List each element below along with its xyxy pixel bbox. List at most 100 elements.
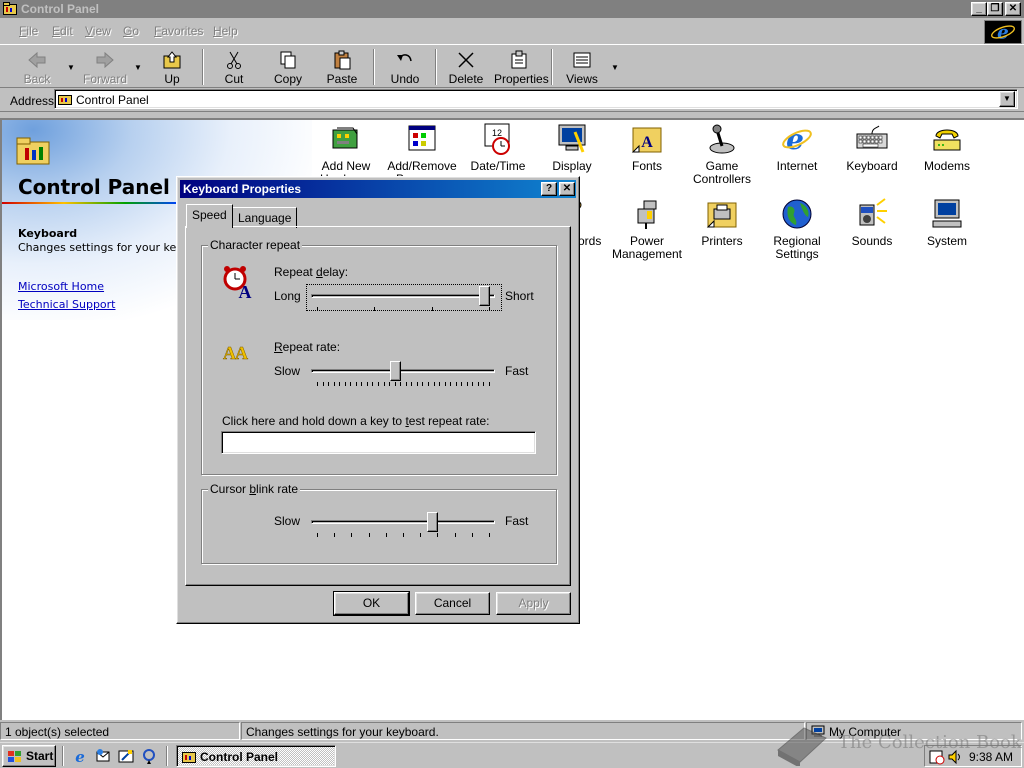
window-title: Control Panel bbox=[21, 2, 100, 16]
slider-tick bbox=[477, 382, 479, 386]
repeat-delay-slider-thumb[interactable] bbox=[479, 286, 490, 306]
close-button[interactable]: ✕ bbox=[1005, 2, 1021, 16]
joystick-icon bbox=[709, 124, 735, 154]
ie-throbber-icon: e bbox=[984, 20, 1022, 44]
repeat-delay-slider-track[interactable] bbox=[311, 294, 495, 298]
cursor-blink-slider-track[interactable] bbox=[311, 520, 495, 524]
views-button[interactable]: Views bbox=[557, 48, 607, 86]
restore-button[interactable]: ❐ bbox=[987, 2, 1003, 16]
quicklaunch-show-desktop-icon[interactable] bbox=[118, 748, 134, 764]
slider-tick bbox=[450, 382, 452, 386]
cursor-blink-min-label: Slow bbox=[274, 514, 301, 528]
slider-tick bbox=[317, 533, 318, 537]
address-input[interactable]: Control Panel ▼ bbox=[54, 89, 1018, 109]
control-panel-folder-icon bbox=[16, 137, 50, 165]
slider-tick bbox=[333, 382, 335, 386]
delete-button[interactable]: Delete bbox=[441, 48, 491, 86]
menu-favorites[interactable]: Favorites bbox=[154, 24, 203, 38]
system-item[interactable]: System bbox=[909, 197, 985, 248]
printers-item[interactable]: Printers bbox=[684, 197, 760, 248]
svg-text:A: A bbox=[641, 134, 653, 151]
quicklaunch-outlook-express-icon[interactable] bbox=[95, 748, 111, 764]
address-dropdown-button[interactable]: ▼ bbox=[999, 91, 1015, 107]
cancel-button[interactable]: Cancel bbox=[415, 592, 490, 615]
properties-button[interactable]: Properties bbox=[494, 48, 549, 86]
menu-edit[interactable]: Edit bbox=[52, 24, 73, 38]
keyboard-icon bbox=[856, 125, 888, 149]
slider-tick bbox=[368, 533, 370, 537]
menu-go[interactable]: Go bbox=[123, 24, 139, 38]
internet-item[interactable]: e Internet bbox=[759, 122, 835, 173]
dialog-title: Keyboard Properties bbox=[183, 182, 302, 196]
menu-view[interactable]: View bbox=[85, 24, 111, 38]
slider-tick bbox=[403, 533, 404, 537]
forward-button[interactable]: Forward bbox=[80, 48, 130, 86]
display-item[interactable]: Display bbox=[534, 122, 610, 173]
slider-tick bbox=[322, 382, 324, 386]
control-panel-icon bbox=[3, 2, 17, 15]
slider-tick bbox=[389, 382, 391, 386]
quicklaunch-separator bbox=[62, 746, 64, 766]
printers-folder-icon bbox=[706, 202, 737, 228]
sounds-item[interactable]: Sounds bbox=[834, 197, 910, 248]
back-button[interactable]: Back bbox=[12, 48, 62, 86]
forward-dropdown-icon[interactable]: ▼ bbox=[134, 63, 142, 72]
ok-button[interactable]: OK bbox=[333, 591, 410, 616]
tab-language[interactable]: Language bbox=[232, 207, 298, 228]
taskbar-button-control-panel[interactable]: Control Panel bbox=[176, 745, 336, 767]
game-controllers-item[interactable]: Game Controllers bbox=[684, 122, 760, 186]
menu-help[interactable]: Help bbox=[213, 24, 238, 38]
views-dropdown-icon[interactable]: ▼ bbox=[611, 63, 619, 72]
slider-tick bbox=[416, 382, 418, 386]
back-dropdown-icon[interactable]: ▼ bbox=[67, 63, 75, 72]
dialog-close-button[interactable]: ✕ bbox=[559, 182, 575, 196]
apply-button[interactable]: Apply bbox=[496, 592, 571, 615]
slider-tick bbox=[420, 533, 422, 537]
minimize-button[interactable]: _ bbox=[971, 2, 987, 16]
repeat-rate-min-label: Slow bbox=[274, 364, 301, 378]
window-titlebar[interactable]: Control Panel _ ❐ ✕ bbox=[0, 0, 1024, 18]
slider-tick bbox=[489, 307, 490, 311]
technical-support-link[interactable]: Technical Support bbox=[18, 298, 116, 311]
scissors-icon bbox=[227, 51, 241, 69]
undo-button[interactable]: Undo bbox=[380, 48, 430, 86]
calendar-clock-icon: 12 bbox=[484, 123, 510, 155]
modems-item[interactable]: Modems bbox=[909, 122, 985, 173]
delete-x-icon bbox=[458, 52, 474, 68]
copy-button[interactable]: Copy bbox=[263, 48, 313, 86]
fonts-item[interactable]: A Fonts bbox=[609, 122, 685, 173]
menu-file[interactable]: File bbox=[19, 24, 38, 38]
repeat-rate-slider-track[interactable] bbox=[311, 369, 495, 373]
back-arrow-icon bbox=[28, 51, 46, 69]
modem-phone-icon bbox=[933, 129, 961, 151]
up-button[interactable]: Up bbox=[147, 48, 197, 86]
power-management-item[interactable]: Power Management bbox=[609, 197, 685, 261]
regional-settings-item[interactable]: Regional Settings bbox=[759, 197, 835, 261]
cut-button[interactable]: Cut bbox=[209, 48, 259, 86]
toolbar-separator bbox=[435, 49, 437, 85]
status-description: Changes settings for your keyboard. bbox=[241, 722, 805, 740]
repeat-test-input[interactable] bbox=[221, 431, 536, 454]
slider-tick bbox=[394, 382, 396, 386]
repeat-rate-slider-thumb[interactable] bbox=[389, 361, 401, 381]
up-folder-icon bbox=[163, 51, 181, 69]
taskbar-separator bbox=[166, 746, 168, 766]
quicklaunch-ie-icon[interactable]: e bbox=[72, 748, 88, 764]
microsoft-home-link[interactable]: Microsoft Home bbox=[18, 280, 104, 293]
quicklaunch-channels-icon[interactable] bbox=[141, 748, 157, 764]
svg-text:A: A bbox=[235, 343, 248, 363]
computer-icon bbox=[932, 199, 962, 228]
date-time-item[interactable]: 12 Date/Time bbox=[460, 122, 536, 173]
dialog-help-button[interactable]: ? bbox=[541, 182, 557, 196]
start-button[interactable]: Start bbox=[2, 745, 56, 767]
slider-tick bbox=[433, 382, 435, 386]
windows-logo-icon bbox=[8, 751, 21, 762]
keyboard-item[interactable]: Keyboard bbox=[834, 122, 910, 173]
cursor-blink-slider-thumb[interactable] bbox=[427, 512, 439, 532]
dialog-titlebar[interactable]: Keyboard Properties ? ✕ bbox=[180, 180, 576, 198]
tab-speed[interactable]: Speed bbox=[186, 204, 233, 228]
slider-tick bbox=[339, 382, 341, 386]
paste-button[interactable]: Paste bbox=[317, 48, 367, 86]
watermark: The Collection Book bbox=[770, 718, 1022, 768]
slider-tick bbox=[372, 382, 374, 386]
